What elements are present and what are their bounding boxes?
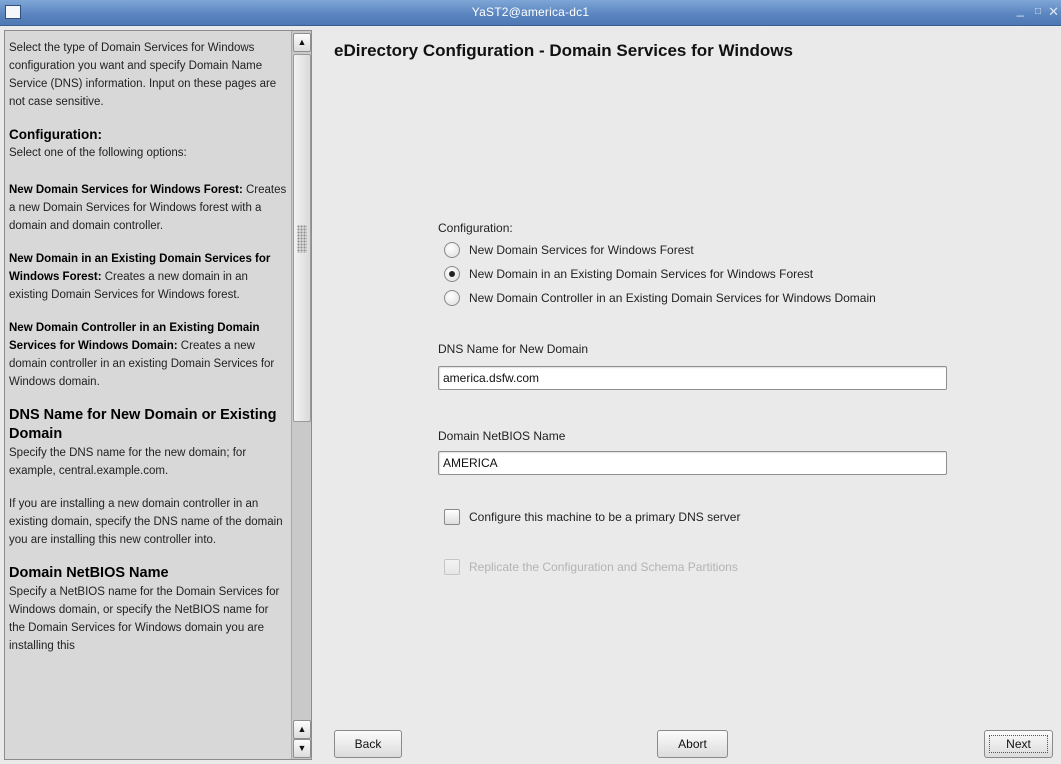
window-titlebar[interactable]: YaST2@america-dc1 _ □ ✕ (0, 0, 1061, 26)
main-panel: eDirectory Configuration - Domain Servic… (316, 28, 1061, 764)
scrollbar-thumb[interactable] (293, 54, 311, 422)
minimize-button[interactable]: _ (1017, 2, 1024, 17)
help-netbios-heading: Domain NetBIOS Name (9, 565, 169, 581)
checkbox-label-disabled: Replicate the Configuration and Schema P… (469, 560, 738, 574)
help-netbios-text: Specify a NetBIOS name for the Domain Se… (9, 586, 280, 652)
help-pane[interactable]: Select the type of Domain Services for W… (4, 30, 312, 760)
help-option-2: New Domain in an Existing Domain Service… (9, 250, 287, 304)
help-option-1-title: New Domain Services for Windows Forest: (9, 184, 243, 196)
radio-new-domain-existing-forest[interactable]: New Domain in an Existing Domain Service… (444, 265, 813, 283)
scroll-up-button-bottom[interactable]: ▲ (293, 720, 311, 739)
radio-label[interactable]: New Domain in an Existing Domain Service… (469, 267, 813, 281)
next-button[interactable]: Next (984, 730, 1053, 758)
help-dns-text-2: If you are installing a new domain contr… (9, 498, 283, 546)
radio-new-forest[interactable]: New Domain Services for Windows Forest (444, 241, 694, 259)
help-intro: Select the type of Domain Services for W… (9, 42, 277, 108)
radio-button[interactable] (444, 242, 460, 258)
help-configuration-heading: Configuration: (9, 127, 102, 142)
netbios-name-input[interactable]: AMERICA (438, 451, 947, 475)
page-title: eDirectory Configuration - Domain Servic… (334, 41, 793, 60)
help-configuration-text: Select one of the following options: (9, 147, 187, 159)
maximize-button[interactable]: □ (1035, 6, 1041, 17)
primary-dns-checkbox[interactable]: Configure this machine to be a primary D… (444, 508, 740, 526)
checkbox[interactable] (444, 509, 460, 525)
radio-button-selected[interactable] (444, 266, 460, 282)
radio-button[interactable] (444, 290, 460, 306)
scroll-down-button[interactable]: ▼ (293, 739, 311, 758)
configuration-label: Configuration: (438, 221, 513, 235)
help-scrollbar[interactable]: ▲ ▲ ▼ (291, 31, 311, 759)
checkbox-disabled (444, 559, 460, 575)
help-dns-heading: DNS Name for New Domain or Existing Doma… (9, 407, 277, 442)
abort-button[interactable]: Abort (657, 730, 728, 758)
window-title: YaST2@america-dc1 (471, 5, 590, 19)
radio-label[interactable]: New Domain Controller in an Existing Dom… (469, 291, 876, 305)
help-option-3: New Domain Controller in an Existing Dom… (9, 319, 287, 391)
close-button[interactable]: ✕ (1048, 4, 1059, 20)
dns-name-input[interactable]: america.dsfw.com (438, 366, 947, 390)
radio-label[interactable]: New Domain Services for Windows Forest (469, 243, 694, 257)
help-text: Select the type of Domain Services for W… (9, 39, 287, 670)
netbios-name-label: Domain NetBIOS Name (438, 429, 566, 443)
help-dns-text: Specify the DNS name for the new domain;… (9, 447, 247, 477)
checkbox-label[interactable]: Configure this machine to be a primary D… (469, 510, 740, 524)
radio-new-controller-existing-domain[interactable]: New Domain Controller in an Existing Dom… (444, 289, 876, 307)
back-button[interactable]: Back (334, 730, 402, 758)
help-option-1: New Domain Services for Windows Forest: … (9, 181, 287, 235)
grip-icon (297, 225, 307, 253)
focus-ring (989, 735, 1048, 753)
dns-name-label: DNS Name for New Domain (438, 342, 589, 356)
scroll-up-button[interactable]: ▲ (293, 33, 311, 52)
replicate-partitions-checkbox: Replicate the Configuration and Schema P… (444, 558, 738, 576)
